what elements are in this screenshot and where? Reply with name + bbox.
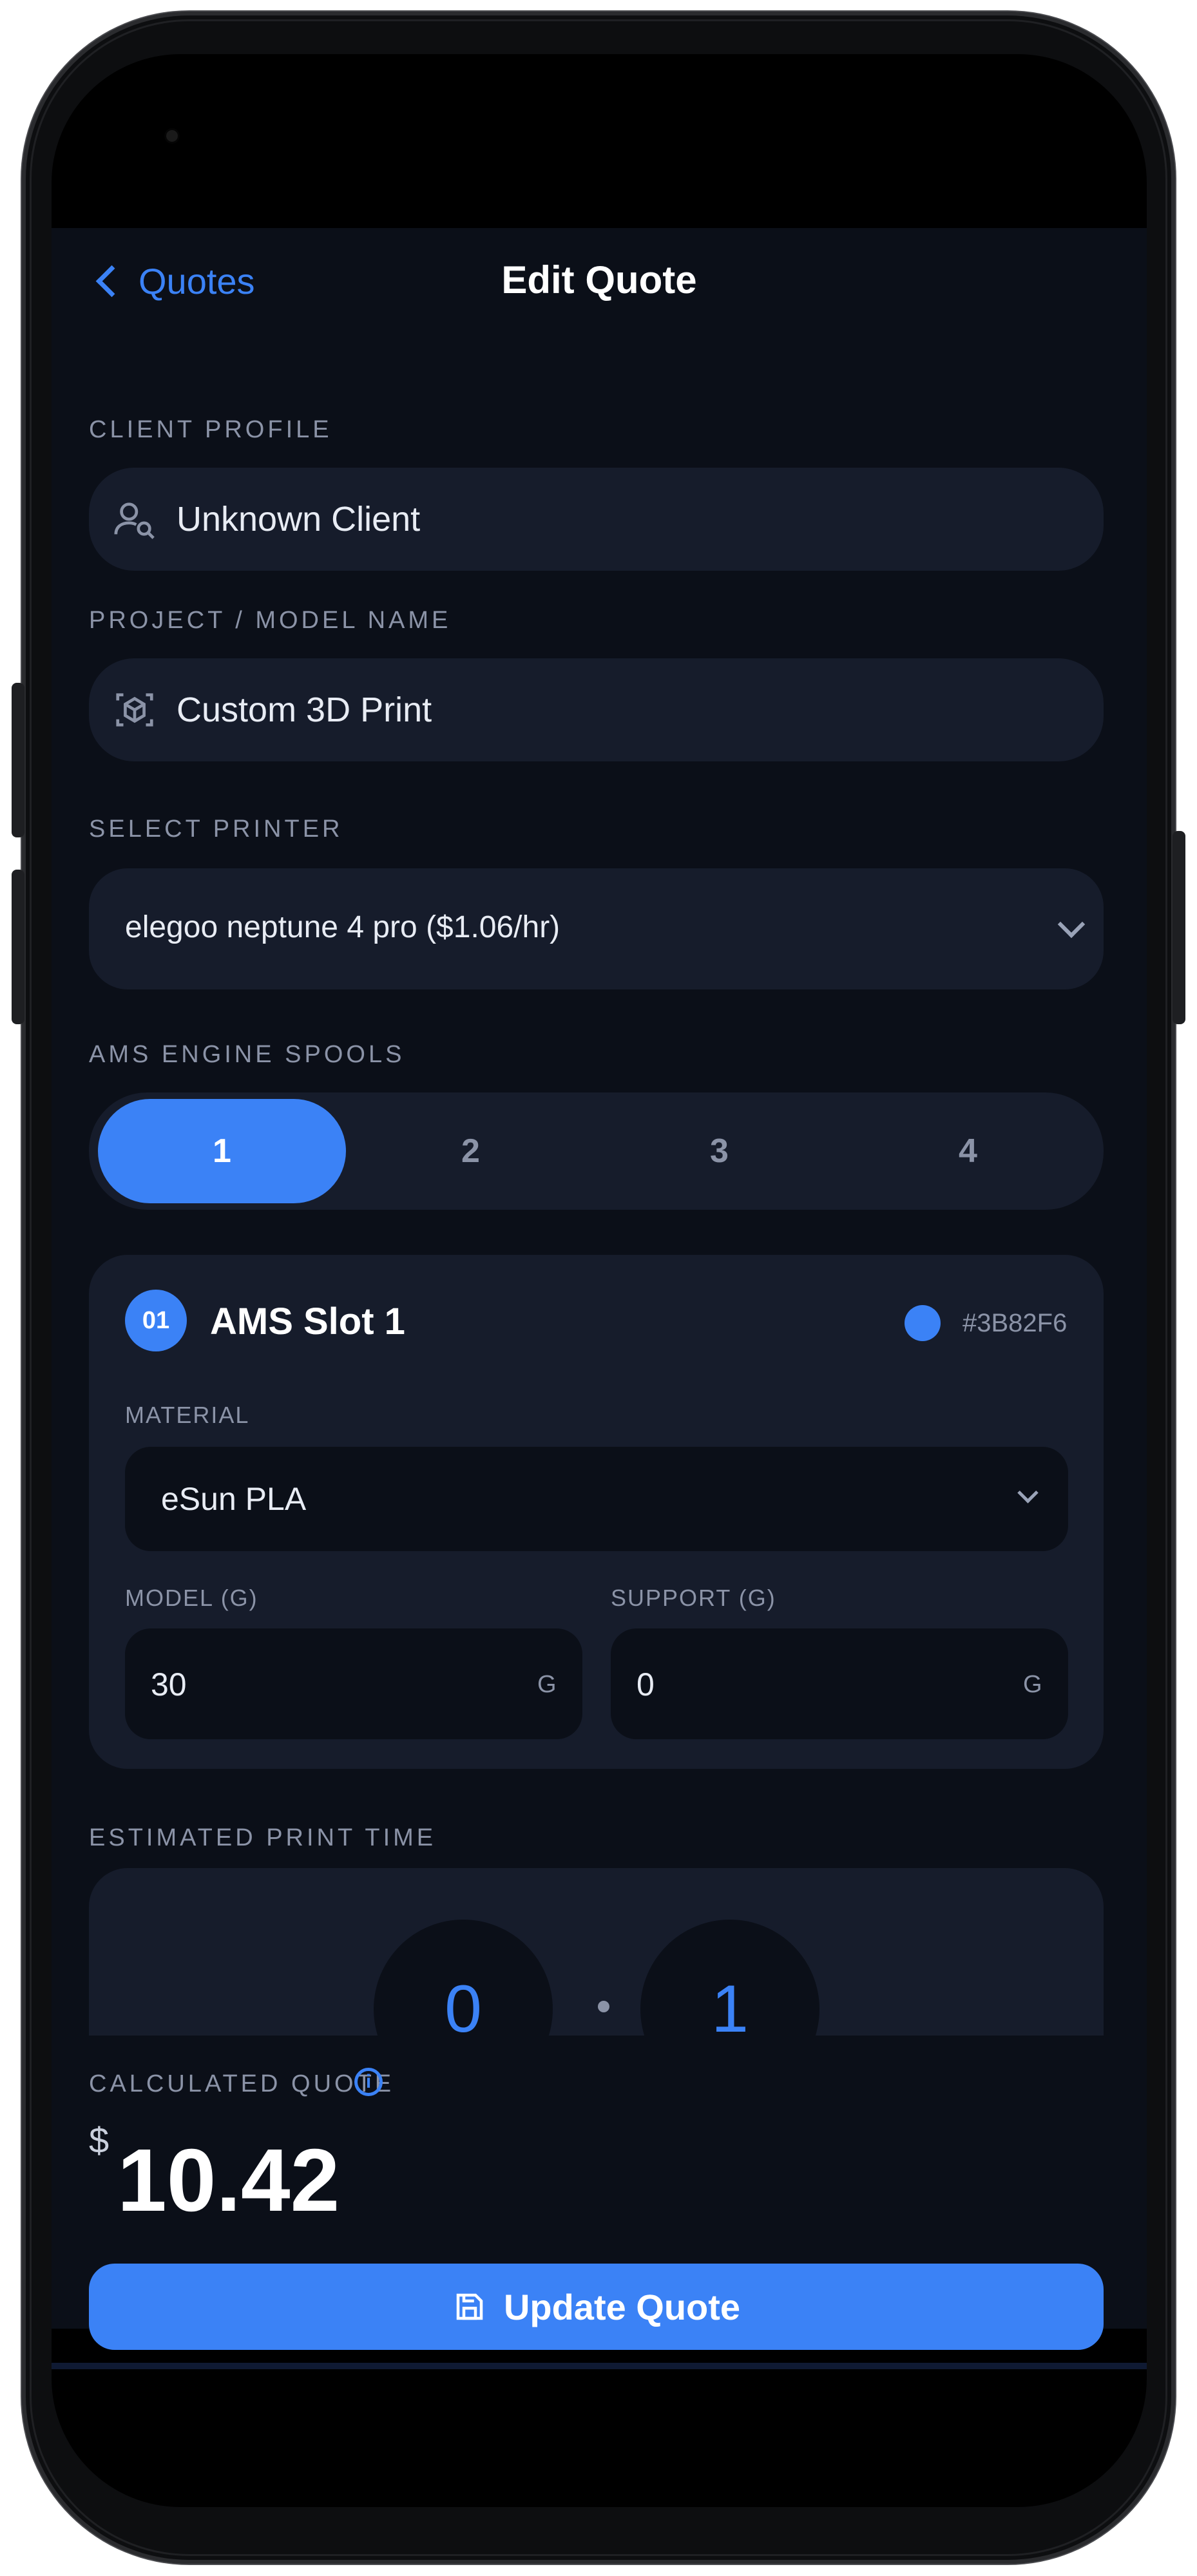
spool-segmented-control: 1 2 3 4 [89,1092,1104,1210]
support-weight-unit: G [1023,1671,1042,1698]
print-time-label: ESTIMATED PRINT TIME [89,1824,437,1851]
select-printer-label: SELECT PRINTER [89,816,343,843]
nav-bar: Quotes Edit Quote [52,228,1147,318]
volume-down-button [12,870,24,1024]
filament-color-swatch[interactable] [905,1305,941,1341]
chevron-down-icon [1057,910,1086,939]
material-label: MATERIAL [125,1402,250,1428]
print-time-minutes[interactable]: 1 [640,1920,819,2036]
client-profile-value: Unknown Client [177,500,421,539]
spool-tab-3[interactable]: 3 [595,1099,843,1203]
project-name-value: Custom 3D Print [177,691,432,729]
update-quote-label: Update Quote [503,2286,741,2327]
phone-screen: Quotes Edit Quote CLIENT PROFILE Unknown… [52,54,1147,2507]
print-time-hours[interactable]: 0 [374,1920,553,2036]
model-weight-value: 30 [151,1666,187,1703]
print-time-picker: 0 1 [89,1868,1104,2036]
volume-up-button [12,683,24,837]
chevron-down-icon [1017,1482,1039,1503]
user-search-icon [114,502,155,539]
slot-title: AMS Slot 1 [210,1301,405,1342]
material-select[interactable]: eSun PLA [125,1447,1068,1551]
currency-symbol: $ [89,2120,110,2161]
ams-slot-card: 01 AMS Slot 1 #3B82F6 MATERIAL eSun PLA … [89,1255,1104,1769]
material-value: eSun PLA [161,1481,307,1517]
printer-select[interactable]: elegoo neptune 4 pro ($1.06/hr) [89,868,1104,989]
support-weight-input[interactable]: 0 G [611,1628,1068,1739]
project-name-label: PROJECT / MODEL NAME [89,607,452,634]
spool-tab-1[interactable]: 1 [98,1099,346,1203]
update-quote-button[interactable]: Update Quote [89,2264,1104,2350]
support-weight-label: SUPPORT (G) [611,1585,776,1611]
spool-tab-2[interactable]: 2 [347,1099,595,1203]
power-button [1173,831,1185,1024]
front-camera [166,130,178,142]
client-profile-field[interactable]: Unknown Client [89,468,1104,571]
ams-spools-label: AMS ENGINE SPOOLS [89,1041,405,1068]
info-icon[interactable]: i [354,2068,383,2096]
slot-number-badge: 01 [125,1290,187,1351]
filament-color-hex: #3B82F6 [962,1309,1068,1337]
cube-scan-icon [116,693,153,727]
page-title: Edit Quote [501,258,697,301]
spool-tab-4[interactable]: 4 [844,1099,1092,1203]
project-name-input[interactable]: Custom 3D Print [89,658,1104,761]
client-profile-label: CLIENT PROFILE [89,416,332,443]
support-weight-value: 0 [637,1666,655,1703]
quote-amount: 10.42 [117,2131,340,2230]
edit-quote-screen: Quotes Edit Quote CLIENT PROFILE Unknown… [52,228,1147,2369]
printer-select-value: elegoo neptune 4 pro ($1.06/hr) [125,910,560,944]
time-separator [598,2001,609,2012]
model-weight-input[interactable]: 30 G [125,1628,582,1739]
calculated-quote-label: CALCULATED QUOTE [89,2070,395,2097]
model-weight-unit: G [537,1671,557,1698]
model-weight-label: MODEL (G) [125,1585,258,1611]
save-icon [456,2293,483,2320]
bottom-edge [52,2363,1147,2369]
